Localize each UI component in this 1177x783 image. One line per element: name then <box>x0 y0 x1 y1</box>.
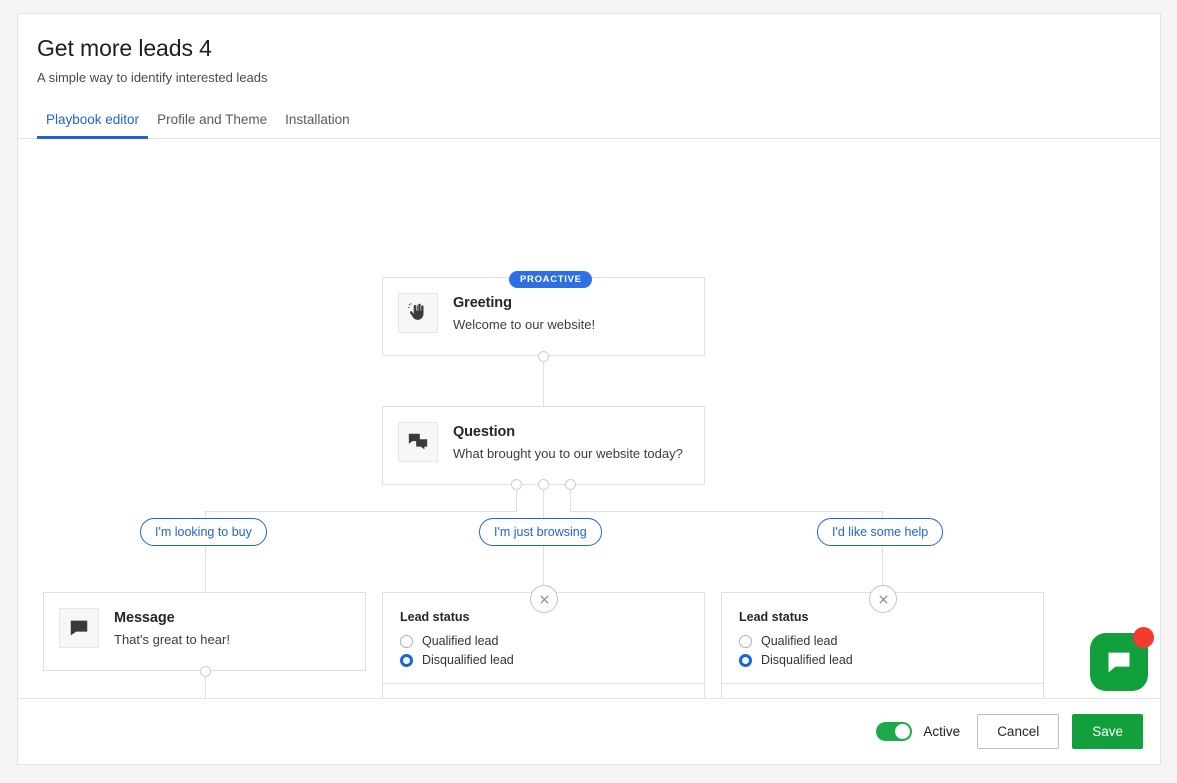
save-button[interactable]: Save <box>1072 714 1143 749</box>
node-greeting[interactable]: Greeting Welcome to our website! <box>382 277 705 356</box>
connector-dot-question-left <box>511 479 522 490</box>
chat-bubbles-icon <box>398 422 438 462</box>
lead-status-right-option-disqualified[interactable]: Disqualified lead <box>739 652 1026 668</box>
connector-chip-right-down <box>882 541 883 586</box>
remove-branch-middle-button[interactable] <box>530 585 558 613</box>
reply-chip-like-some-help[interactable]: I'd like some help <box>817 518 943 546</box>
playbook-editor-page: Get more leads 4 A simple way to identif… <box>17 13 1161 765</box>
connector-bus-right <box>570 511 882 512</box>
tab-bar: Playbook editor Profile and Theme Instal… <box>18 108 1160 139</box>
tab-profile-and-theme[interactable]: Profile and Theme <box>148 108 276 139</box>
connector-dot-message-out <box>200 666 211 677</box>
proactive-badge: PROACTIVE <box>509 271 592 288</box>
lead-status-middle-label-disqualified: Disqualified lead <box>422 652 514 668</box>
chat-widget[interactable] <box>1090 627 1154 691</box>
waving-hand-icon <box>398 293 438 333</box>
reply-chip-looking-to-buy[interactable]: I'm looking to buy <box>140 518 267 546</box>
page-title: Get more leads 4 <box>37 34 1141 62</box>
radio-selected-icon <box>400 654 413 667</box>
active-toggle-label: Active <box>923 724 960 739</box>
lead-status-right-label-qualified: Qualified lead <box>761 633 837 649</box>
toggle-knob <box>895 724 910 739</box>
tab-playbook-editor[interactable]: Playbook editor <box>37 108 148 139</box>
connector-dot-question-right <box>565 479 576 490</box>
node-message-desc: That's great to hear! <box>114 631 350 649</box>
footer-bar: Active Cancel Save <box>18 698 1161 764</box>
connector-dot-question-mid <box>538 479 549 490</box>
page-subtitle: A simple way to identify interested lead… <box>37 69 1141 86</box>
notification-dot <box>1133 627 1154 648</box>
radio-selected-icon <box>739 654 752 667</box>
node-message-title: Message <box>114 609 350 627</box>
node-question-desc: What brought you to our website today? <box>453 445 689 463</box>
active-toggle[interactable] <box>876 722 912 741</box>
radio-unselected-icon <box>400 635 413 648</box>
node-message[interactable]: Message That's great to hear! <box>43 592 366 671</box>
message-bubble-icon <box>59 608 99 648</box>
lead-status-middle-option-qualified[interactable]: Qualified lead <box>400 633 687 649</box>
node-greeting-desc: Welcome to our website! <box>453 316 689 334</box>
node-greeting-title: Greeting <box>453 294 689 312</box>
page-header: Get more leads 4 A simple way to identif… <box>18 14 1160 139</box>
lead-status-middle-option-disqualified[interactable]: Disqualified lead <box>400 652 687 668</box>
node-question-title: Question <box>453 423 689 441</box>
lead-status-right-label-disqualified: Disqualified lead <box>761 652 853 668</box>
remove-branch-right-button[interactable] <box>869 585 897 613</box>
connector-chip-left-down <box>205 541 206 593</box>
playbook-canvas: PROACTIVE Greeting Welcome to our websit… <box>18 139 1161 710</box>
radio-unselected-icon <box>739 635 752 648</box>
cancel-button[interactable]: Cancel <box>977 714 1059 749</box>
active-toggle-group[interactable]: Active <box>876 722 960 741</box>
reply-chip-just-browsing[interactable]: I'm just browsing <box>479 518 602 546</box>
connector-bus-left <box>205 511 517 512</box>
tab-installation[interactable]: Installation <box>276 108 359 139</box>
lead-status-middle-label-qualified: Qualified lead <box>422 633 498 649</box>
node-question[interactable]: Question What brought you to our website… <box>382 406 705 485</box>
connector-chip-mid-down <box>543 541 544 586</box>
connector-dot-greeting-out <box>538 351 549 362</box>
lead-status-right-option-qualified[interactable]: Qualified lead <box>739 633 1026 649</box>
